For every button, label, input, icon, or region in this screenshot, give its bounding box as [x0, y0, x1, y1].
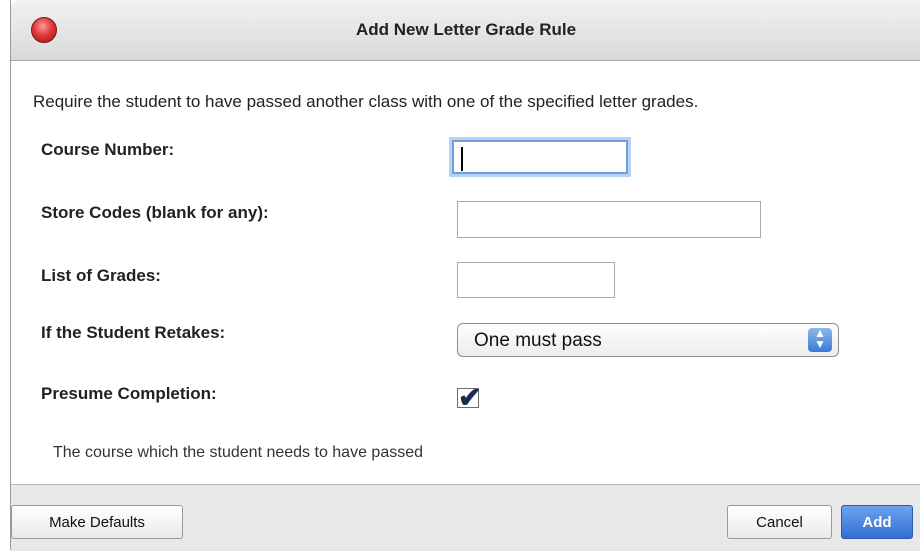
help-text: The course which the student needs to ha… — [53, 444, 424, 461]
checkmark-icon: ✔ — [458, 382, 482, 413]
store-codes-input[interactable] — [457, 201, 761, 238]
presume-completion-label: Presume Completion: — [41, 384, 217, 403]
grades-label: List of Grades: — [41, 266, 161, 285]
description-text: Require the student to have passed anoth… — [33, 92, 699, 111]
presume-completion-checkbox[interactable]: ✔ — [457, 382, 481, 413]
course-number-input[interactable] — [452, 140, 628, 174]
make-defaults-button[interactable]: Make Defaults — [11, 505, 183, 539]
course-number-label: Course Number: — [41, 140, 175, 159]
dialog-window: Add New Letter Grade Rule Require the st… — [10, 0, 920, 551]
add-button[interactable]: Add — [841, 505, 913, 539]
text-caret — [461, 147, 463, 171]
retakes-label: If the Student Retakes: — [41, 323, 226, 342]
cancel-button[interactable]: Cancel — [727, 505, 832, 539]
button-bar: Make Defaults Cancel Add — [11, 484, 920, 551]
grades-input[interactable] — [457, 262, 615, 298]
retakes-select[interactable]: One must pass ▲ ▼ — [457, 323, 839, 357]
retakes-selected-value: One must pass — [474, 330, 602, 351]
window-title: Add New Letter Grade Rule — [355, 20, 577, 39]
title-bar: Add New Letter Grade Rule — [11, 0, 920, 61]
store-codes-label: Store Codes (blank for any): — [41, 203, 269, 222]
select-arrows-icon: ▲ ▼ — [808, 327, 832, 352]
